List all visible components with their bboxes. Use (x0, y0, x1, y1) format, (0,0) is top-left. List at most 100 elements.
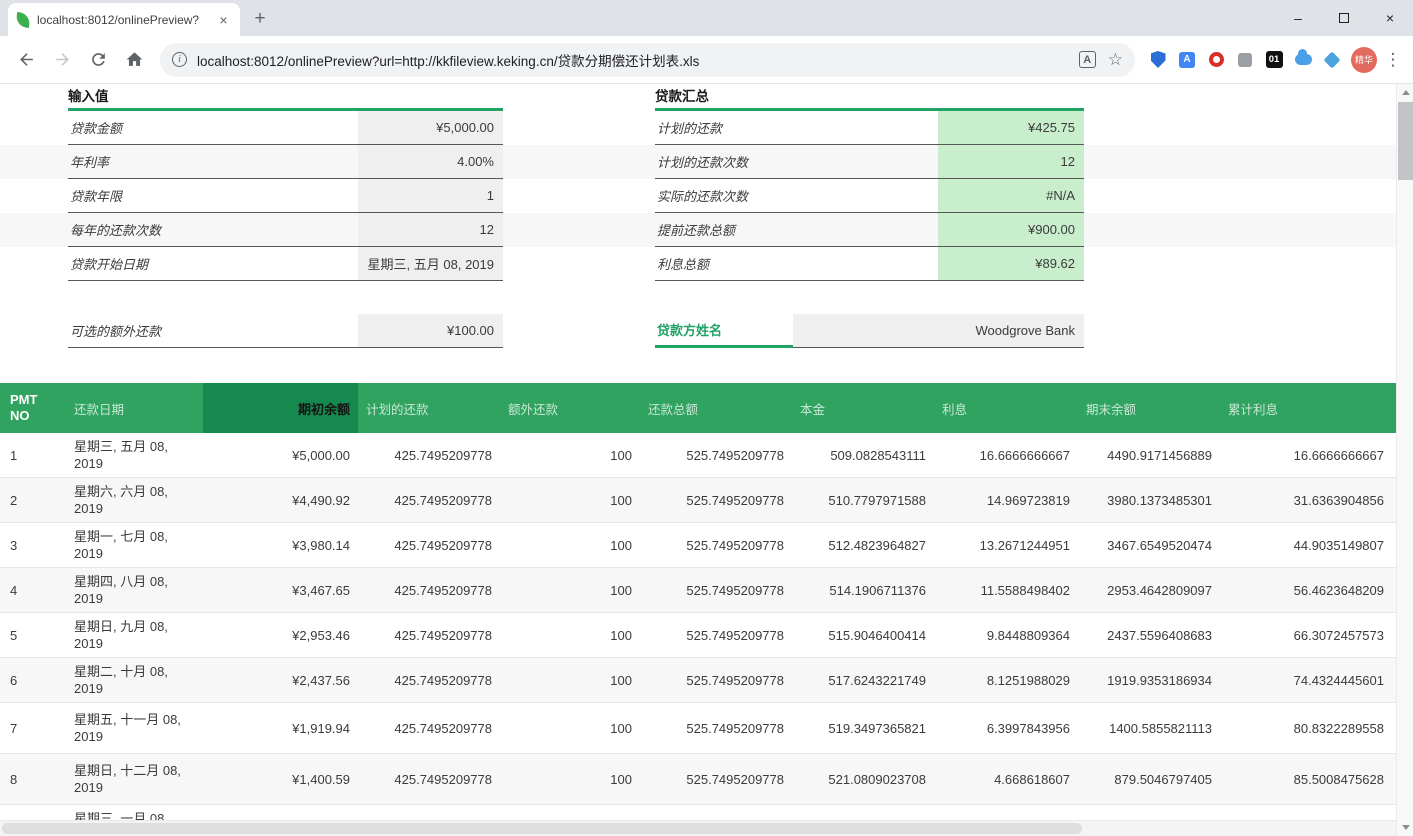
ending-balance-cell: 3467.6549520474 (1078, 523, 1220, 567)
header-total-payment: 还款总额 (640, 383, 792, 433)
total-payment-cell: 525.7495209778 (640, 613, 792, 657)
header-payment-date: 还款日期 (66, 383, 203, 433)
extra-payment-cell: 100 (500, 478, 640, 522)
forward-button[interactable] (46, 44, 78, 76)
top-row: 每年的还款次数12提前还款总额¥900.00 (0, 213, 1396, 247)
principal-cell: 519.3497365821 (792, 703, 934, 753)
browser-tab[interactable]: localhost:8012/onlinePreview? × (8, 3, 240, 36)
refresh-button[interactable] (82, 44, 114, 76)
summary-value: #N/A (938, 179, 1084, 213)
ending-balance-cell: 2953.4642809097 (1078, 568, 1220, 612)
butterfly-extension-icon[interactable] (1323, 51, 1341, 69)
principal-cell: 509.0828543111 (792, 433, 934, 477)
total-payment-cell: 525.7495209778 (640, 568, 792, 612)
vertical-scrollbar[interactable] (1396, 84, 1413, 836)
beginning-balance-cell: ¥3,467.65 (203, 568, 358, 612)
scheduled-payment-cell: 425.7495209778 (358, 613, 500, 657)
back-button[interactable] (10, 44, 42, 76)
refresh-icon (89, 50, 108, 69)
top-row: 贷款年限1实际的还款次数#N/A (0, 179, 1396, 213)
lender-name-value: Woodgrove Bank (793, 314, 1084, 348)
cumulative-interest-cell: 44.9035149807 (1220, 523, 1392, 567)
input-panel-title: 输入值 (68, 85, 109, 105)
cumulative-interest-cell: 56.4623648209 (1220, 568, 1392, 612)
schedule-row: 6星期二, 十月 08, 2019¥2,437.56425.7495209778… (0, 658, 1396, 703)
badge-extension-icon[interactable]: 01 (1265, 51, 1283, 69)
scheduled-payment-cell: 425.7495209778 (358, 703, 500, 753)
principal-cell: 515.9046400414 (792, 613, 934, 657)
total-payment-cell: 525.7495209778 (640, 754, 792, 804)
scheduled-payment-cell: 425.7495209778 (358, 433, 500, 477)
scroll-up-icon[interactable] (1397, 84, 1413, 101)
schedule-row: 5星期日, 九月 08, 2019¥2,953.46425.7495209778… (0, 613, 1396, 658)
summary-value: ¥900.00 (938, 213, 1084, 247)
summary-panel-title: 贷款汇总 (655, 85, 709, 105)
page-content: 输入值 贷款汇总 贷款金额¥5,000.00计划的还款¥425.75年利率4.0… (0, 84, 1413, 836)
ending-balance-cell: 1400.5855821113 (1078, 703, 1220, 753)
browser-menu-icon[interactable]: ⋮ (1381, 50, 1405, 70)
horizontal-scrollbar[interactable] (0, 820, 1396, 836)
input-value: 4.00% (358, 145, 503, 179)
address-bar[interactable]: i localhost:8012/onlinePreview?url=http:… (160, 43, 1135, 77)
cloud-extension-icon[interactable] (1294, 51, 1312, 69)
scheduled-payment-cell: 425.7495209778 (358, 754, 500, 804)
translate-page-icon[interactable]: A (1079, 51, 1096, 68)
header-cumulative-interest: 累计利息 (1220, 383, 1392, 433)
input-value: ¥5,000.00 (358, 111, 503, 145)
new-tab-button[interactable]: + (246, 5, 274, 33)
minimize-button[interactable]: – (1275, 0, 1321, 36)
title-bar: localhost:8012/onlinePreview? × + – × (0, 0, 1413, 36)
scroll-down-icon[interactable] (1397, 819, 1413, 836)
tab-close-icon[interactable]: × (215, 11, 232, 28)
cumulative-interest-cell: 31.6363904856 (1220, 478, 1392, 522)
schedule-header: PMT NO还款日期期初余额计划的还款额外还款还款总额本金利息期末余额累计利息 (0, 383, 1396, 433)
cumulative-interest-cell: 74.4324445601 (1220, 658, 1392, 702)
schedule-row: 7星期五, 十一月 08, 2019¥1,919.94425.749520977… (0, 703, 1396, 754)
shield-extension-icon[interactable] (1149, 51, 1167, 69)
spacer-row (0, 348, 1396, 383)
schedule-body: 1星期三, 五月 08, 2019¥5,000.00425.7495209778… (0, 433, 1396, 836)
browser-circle-extension-icon[interactable] (1207, 51, 1225, 69)
extra-payment-cell: 100 (500, 658, 640, 702)
close-button[interactable]: × (1367, 0, 1413, 36)
vertical-scrollbar-thumb[interactable] (1398, 102, 1413, 180)
interest-cell: 16.6666666667 (934, 433, 1078, 477)
principal-cell: 510.7797971588 (792, 478, 934, 522)
extra-payment-label: 可选的额外还款 (68, 314, 358, 348)
principal-cell: 521.0809023708 (792, 754, 934, 804)
summary-value: 12 (938, 145, 1084, 179)
spreadsheet-preview: 输入值 贷款汇总 贷款金额¥5,000.00计划的还款¥425.75年利率4.0… (0, 84, 1396, 836)
bookmark-star-icon[interactable]: ☆ (1108, 50, 1123, 70)
schedule-row: 2星期六, 六月 08, 2019¥4,490.92425.7495209778… (0, 478, 1396, 523)
payment-date-cell: 星期三, 五月 08, 2019 (66, 433, 203, 477)
cumulative-interest-cell: 85.5008475628 (1220, 754, 1392, 804)
principal-cell: 512.4823964827 (792, 523, 934, 567)
interest-cell: 11.5588498402 (934, 568, 1078, 612)
ending-balance-cell: 4490.9171456889 (1078, 433, 1220, 477)
spacer-row (0, 281, 1396, 314)
gray-extension-icon[interactable] (1236, 51, 1254, 69)
extra-payment-cell: 100 (500, 703, 640, 753)
scheduled-payment-cell: 425.7495209778 (358, 523, 500, 567)
back-icon (17, 50, 36, 69)
ending-balance-cell: 2437.5596408683 (1078, 613, 1220, 657)
header-interest: 利息 (934, 383, 1078, 433)
scheduled-payment-cell: 425.7495209778 (358, 478, 500, 522)
total-payment-cell: 525.7495209778 (640, 523, 792, 567)
horizontal-scrollbar-thumb[interactable] (2, 823, 1082, 834)
translate-extension-icon[interactable]: A (1178, 51, 1196, 69)
pmt-no-cell: 3 (0, 523, 66, 567)
maximize-button[interactable] (1321, 0, 1367, 36)
interest-cell: 8.1251988029 (934, 658, 1078, 702)
beginning-balance-cell: ¥1,919.94 (203, 703, 358, 753)
total-payment-cell: 525.7495209778 (640, 478, 792, 522)
profile-avatar[interactable]: 精华 (1351, 47, 1377, 73)
pmt-no-cell: 5 (0, 613, 66, 657)
input-value: 星期三, 五月 08, 2019 (358, 247, 503, 281)
input-value: 12 (358, 213, 503, 247)
input-label: 每年的还款次数 (68, 213, 358, 247)
summary-value: ¥89.62 (938, 247, 1084, 281)
home-button[interactable] (118, 44, 150, 76)
header-ending-balance: 期末余额 (1078, 383, 1220, 433)
page-info-icon[interactable]: i (172, 52, 187, 67)
